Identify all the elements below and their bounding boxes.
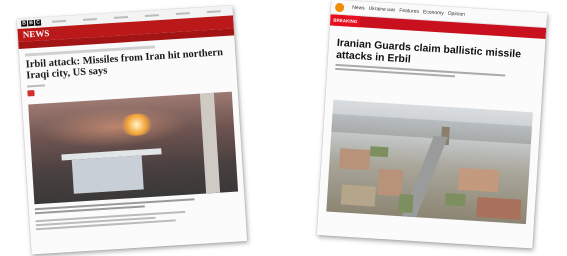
bbc-logo: BBC [20,19,42,27]
bbc-date [26,84,46,88]
bbc-attack-photo [28,91,239,205]
damaged-building [71,155,144,194]
bbc-news-printout: BBC NEWS Irbil attack: Missiles from Ira… [16,5,248,255]
aj-nav-item: Opinion [447,10,466,18]
aj-city-photo [326,99,533,225]
aj-headline: Iranian Guards claim ballistic missile a… [335,36,522,66]
aj-nav-item: News [351,4,365,12]
aj-nav-item: Features [399,7,420,15]
aj-breaking-tag: BREAKING [329,14,361,28]
share-icon [27,90,35,97]
aljazeera-printout: News Ukraine war Features Economy Opinio… [316,0,548,249]
aj-nav-item: Economy [422,9,444,17]
aj-nav-item: Ukraine war [368,5,396,14]
aj-logo-icon [334,2,345,12]
